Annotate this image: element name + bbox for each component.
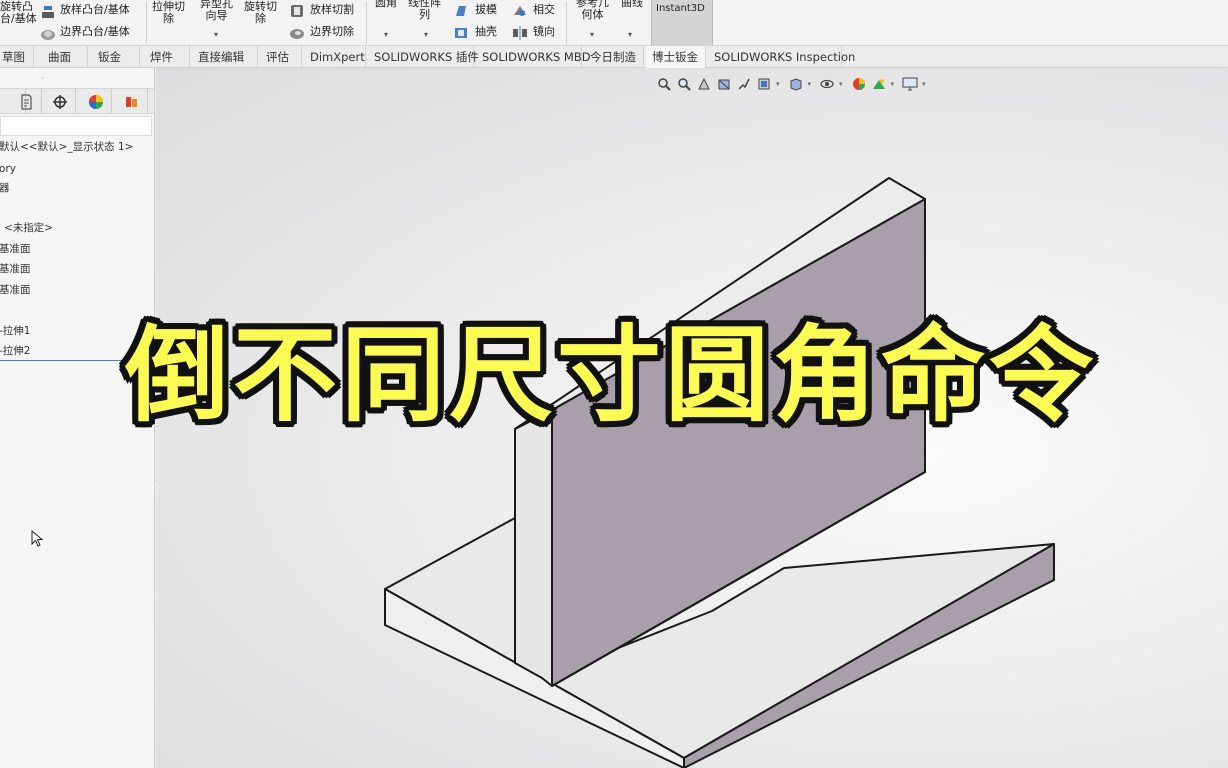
- fillet-button[interactable]: 圆角: [375, 0, 397, 9]
- command-manager-ribbon: 旋转凸 台/基体 放样凸台/基体 边界凸台/基体 拉伸切 除 异型孔 向导 ▾ …: [0, 0, 1228, 46]
- panel-grip-icon[interactable]: ◦: [40, 74, 45, 83]
- tab-surfaces[interactable]: 曲面: [42, 46, 88, 68]
- boundary-cut-button[interactable]: 边界切除: [310, 26, 354, 38]
- instant3d-button[interactable]: Instant3D: [651, 0, 713, 45]
- panel-tab-display[interactable]: [80, 89, 112, 114]
- crosshair-icon: [52, 94, 67, 109]
- panel-tab-configuration[interactable]: [44, 89, 76, 114]
- revolved-cut-button[interactable]: 旋转切 除: [244, 1, 277, 25]
- panel-tab-strip: [0, 88, 154, 114]
- tab-direct-editing[interactable]: 直接编辑: [192, 46, 258, 68]
- mouse-cursor-icon: [31, 530, 44, 547]
- web-left-face: [514, 409, 553, 687]
- intersect-icon: [514, 6, 526, 16]
- extruded-cut-button[interactable]: 拉伸切 除: [152, 1, 185, 25]
- tab-doctor-sheet-metal[interactable]: 博士钣金: [646, 46, 706, 68]
- tree-item-history[interactable]: ory: [0, 162, 16, 176]
- tree-item-top-plane[interactable]: 基准面: [0, 262, 31, 276]
- tab-solidworks-mbd[interactable]: SOLIDWORKS MBD: [476, 46, 591, 68]
- tree-item-front-plane[interactable]: 基准面: [0, 242, 31, 256]
- panel-tab-property[interactable]: [10, 89, 42, 114]
- hole-wizard-button[interactable]: 异型孔 向导: [200, 0, 233, 22]
- display-manager-icon: [88, 94, 103, 109]
- tab-weldments[interactable]: 焊件: [144, 46, 190, 68]
- curves-dropdown[interactable]: ▾: [628, 30, 632, 39]
- shell-icon: [455, 28, 467, 38]
- appearance-icon: [125, 96, 137, 107]
- tab-solidworks-inspection[interactable]: SOLIDWORKS Inspection: [708, 46, 855, 68]
- video-overlay-title: 倒不同尺寸圆角命令: [124, 314, 1097, 436]
- boundary-boss-button[interactable]: 边界凸台/基体: [60, 26, 130, 38]
- curves-button[interactable]: 曲线: [621, 0, 643, 9]
- tab-dimxpert[interactable]: DimXpert: [304, 46, 366, 68]
- tab-sheet-metal[interactable]: 钣金: [92, 46, 140, 68]
- property-manager-icon: [20, 93, 32, 110]
- loft-boss-icon: [42, 6, 54, 18]
- tab-solidworks-addins[interactable]: SOLIDWORKS 插件: [368, 46, 479, 68]
- tab-evaluate[interactable]: 评估: [260, 46, 302, 68]
- panel-tab-appearance[interactable]: [116, 89, 148, 114]
- tree-item-display-state[interactable]: 默认<<默认>_显示状态 1>: [0, 140, 133, 154]
- shell-button[interactable]: 抽壳: [475, 26, 497, 38]
- tab-sketch[interactable]: 草图: [0, 46, 34, 68]
- ribbon-separator: [146, 2, 147, 44]
- mirror-button[interactable]: 镜向: [533, 26, 555, 38]
- boundary-cut-icon: [290, 29, 304, 39]
- hole-wizard-dropdown[interactable]: ▾: [214, 30, 218, 39]
- ribbon-separator: [366, 2, 367, 44]
- tree-filter-box[interactable]: [0, 116, 152, 136]
- tree-item-material[interactable]: <未指定>: [4, 221, 53, 235]
- tree-item-right-plane[interactable]: 基准面: [0, 283, 31, 297]
- lofted-cut-icon: [291, 5, 303, 17]
- tree-item-extrude2[interactable]: -拉伸2: [0, 344, 30, 358]
- tree-item-sensors[interactable]: 器: [0, 181, 10, 195]
- tab-today-manufacturing[interactable]: 今日制造: [584, 46, 644, 68]
- lofted-cut-button[interactable]: 放样切割: [310, 4, 354, 16]
- reference-geometry-button[interactable]: 参考几 何体: [576, 0, 609, 21]
- mirror-icon: [513, 26, 527, 40]
- draft-button[interactable]: 拔模: [475, 4, 497, 16]
- command-tab-bar: 草图 曲面 钣金 焊件 直接编辑 评估 DimXpert SOLIDWORKS …: [0, 46, 1228, 68]
- fillet-dropdown[interactable]: ▾: [384, 30, 388, 39]
- boundary-boss-icon: [41, 30, 55, 40]
- tree-item-extrude1[interactable]: -拉伸1: [0, 324, 30, 338]
- reference-geometry-dropdown[interactable]: ▾: [590, 30, 594, 39]
- linear-pattern-button[interactable]: 线性阵 列: [408, 0, 441, 21]
- revolve-boss-button[interactable]: 旋转凸 台/基体: [0, 1, 37, 25]
- ribbon-separator: [566, 2, 567, 44]
- draft-icon: [456, 6, 466, 16]
- linear-pattern-dropdown[interactable]: ▾: [424, 30, 428, 39]
- intersect-button[interactable]: 相交: [533, 4, 555, 16]
- loft-boss-button[interactable]: 放样凸台/基体: [60, 4, 130, 16]
